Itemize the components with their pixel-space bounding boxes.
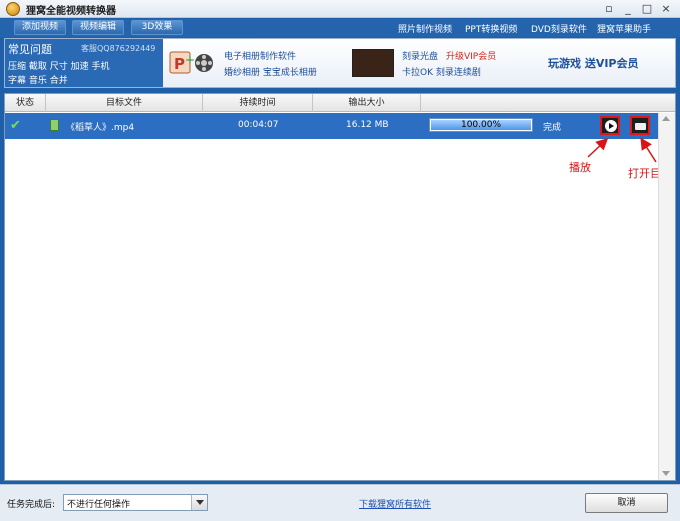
minimize-button[interactable]: _	[621, 2, 635, 16]
maximize-button[interactable]: □	[640, 2, 654, 16]
task-done-select[interactable]: 不进行任何操作	[63, 494, 208, 511]
vertical-scrollbar[interactable]	[658, 113, 675, 480]
3d-effect-button[interactable]: 3D效果	[131, 20, 183, 35]
upgrade-vip-link[interactable]: 升级VIP会员	[446, 49, 496, 62]
toolbar: 添加视频 视频编辑 3D效果 照片制作视频 PPT转换视频 DVD刻录软件 狸窝…	[0, 19, 680, 37]
bottom-bar: 任务完成后: 不进行任何操作 下载狸窝所有软件 取消	[0, 484, 680, 521]
faq-title[interactable]: 常见问题	[8, 41, 52, 57]
cancel-button[interactable]: 取消	[585, 493, 668, 513]
album-software-link[interactable]: 电子相册制作软件	[224, 49, 296, 62]
add-video-button[interactable]: 添加视频	[14, 20, 66, 35]
photo-album-icon[interactable]: P +	[169, 50, 215, 76]
app-logo-icon	[6, 2, 20, 16]
conversion-list: 状态 目标文件 持续时间 输出大小 ✔ 《稻草人》.mp4 00:04:07 1…	[4, 93, 676, 481]
svg-text:+: +	[185, 53, 195, 67]
scroll-up-icon[interactable]	[662, 116, 670, 121]
faq-links-row1[interactable]: 压缩 截取 尺寸 加速 手机	[8, 59, 109, 72]
dvd-burn-link[interactable]: DVD刻录软件	[531, 22, 587, 35]
app-window: 狸窝全能视频转换器 ▫ _ □ × 添加视频 视频编辑 3D效果 照片制作视频 …	[0, 0, 680, 521]
apple-helper-link[interactable]: 狸窝苹果助手	[597, 22, 651, 35]
annotation-arrows	[587, 137, 657, 163]
game-vip-link[interactable]: 玩游戏 送VIP会员	[548, 55, 639, 71]
options-button[interactable]: ▫	[602, 2, 616, 16]
task-done-value: 不进行任何操作	[67, 500, 131, 510]
play-annotation: 播放	[569, 161, 591, 174]
photo-video-link[interactable]: 照片制作视频	[398, 22, 452, 35]
task-done-label: 任务完成后:	[7, 500, 56, 510]
title-bar: 狸窝全能视频转换器 ▫ _ □ ×	[0, 0, 680, 18]
karaoke-series-link[interactable]: 卡拉OK 刻录连续剧	[402, 65, 481, 78]
faq-panel: 常见问题 客服QQ876292449 压缩 截取 尺寸 加速 手机 字幕 音乐 …	[5, 39, 163, 87]
window-title: 狸窝全能视频转换器	[26, 6, 116, 17]
burn-disc-link[interactable]: 刻录光盘	[402, 49, 438, 62]
close-button[interactable]: ×	[659, 2, 673, 16]
faq-links-row2[interactable]: 字幕 音乐 合并	[8, 73, 68, 86]
promo-banner: 常见问题 客服QQ876292449 压缩 截取 尺寸 加速 手机 字幕 音乐 …	[4, 38, 676, 88]
edit-video-button[interactable]: 视频编辑	[72, 20, 124, 35]
chevron-down-icon[interactable]	[191, 495, 207, 510]
support-qq: 客服QQ876292449	[81, 44, 156, 53]
film-strip-icon[interactable]	[352, 49, 394, 77]
download-all-link[interactable]: 下载狸窝所有软件	[359, 497, 431, 510]
svg-text:P: P	[174, 55, 185, 73]
wedding-baby-album-link[interactable]: 婚纱相册 宝宝成长相册	[224, 65, 317, 78]
scroll-down-icon[interactable]	[662, 471, 670, 476]
ppt-video-link[interactable]: PPT转换视频	[465, 22, 517, 35]
